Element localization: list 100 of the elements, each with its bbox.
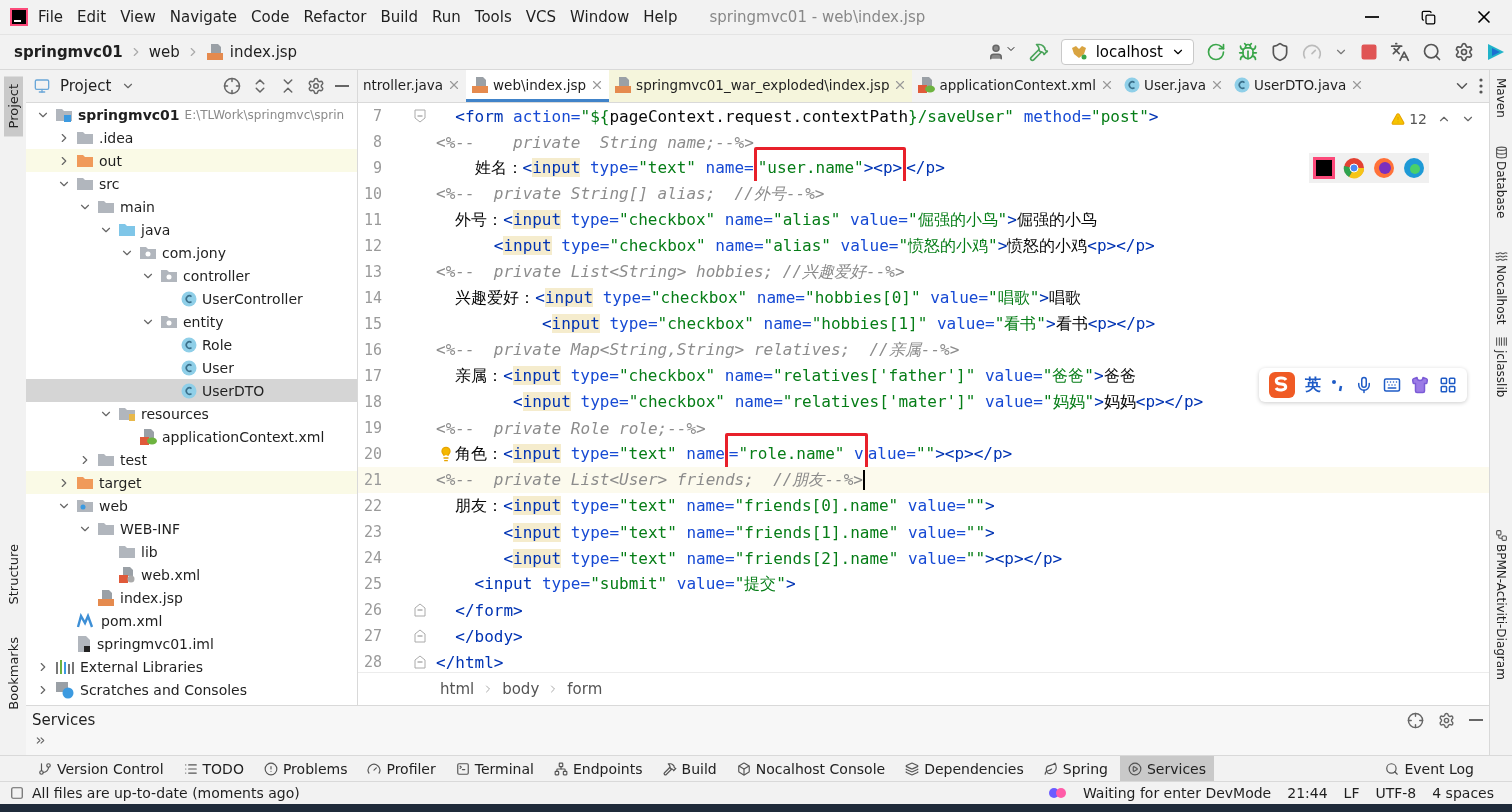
menu-item[interactable]: VCS — [519, 4, 563, 30]
code-text: 姓名：<input type="text" name= — [473, 157, 754, 177]
project-path: E:\TLWork\springmvc\sprin — [184, 107, 345, 122]
code-text: </p> — [906, 157, 945, 177]
menu-item[interactable]: File — [32, 4, 70, 30]
line-separator[interactable]: LF — [1343, 785, 1360, 801]
tree-item-label: resources — [141, 405, 209, 422]
tree-item-label: springmvc01.iml — [97, 635, 214, 652]
code-comment: <%-- private String name;--%> — [436, 132, 754, 152]
tool-window-tab[interactable]: Database — [1493, 158, 1509, 221]
tool-window-button[interactable]: Problems — [255, 756, 356, 781]
line-number: 8 — [371, 133, 382, 151]
tool-window-button[interactable]: Services — [1119, 756, 1214, 781]
code-comment: <%-- private List<String> hobbies; //兴趣爱好--%> — [436, 261, 905, 283]
menu-item[interactable]: Window — [564, 4, 636, 30]
line-number: 26 — [362, 601, 382, 619]
menu-item[interactable]: Tools — [468, 4, 518, 30]
editor-tab[interactable]: User.java — [1119, 70, 1230, 102]
tool-window-tab[interactable]: Nocalhost — [1493, 263, 1509, 327]
tool-window-button[interactable]: Endpoints — [545, 756, 651, 781]
tool-window-tab[interactable]: Project — [3, 76, 23, 137]
tree-item-label: pom.xml — [101, 612, 163, 629]
editor-tab[interactable]: ntroller.java — [358, 70, 467, 102]
line-number: 15 — [362, 315, 382, 333]
tool-window-button[interactable]: Build — [654, 756, 725, 781]
tree-item-label: index.jsp — [120, 589, 183, 606]
tool-window-button[interactable]: Event Log — [1377, 756, 1482, 781]
tree-item-label: com.jony — [162, 244, 226, 261]
editor-tab[interactable]: applicationContext.xml — [912, 70, 1119, 102]
code-text: alue=""><p></p> — [867, 443, 1013, 463]
menu-item[interactable]: Run — [426, 4, 467, 30]
menu-item[interactable]: Edit — [71, 4, 113, 30]
menu-item[interactable]: Refactor — [297, 4, 373, 30]
tree-item-label: controller — [183, 267, 250, 284]
code-line: </html> — [436, 652, 504, 672]
panel-title: Services — [32, 711, 96, 729]
tool-window-tab[interactable]: BPMN-Activiti-Diagram — [1493, 542, 1509, 682]
cursor-position[interactable]: 21:44 — [1287, 785, 1328, 801]
code-line: <input type="submit" value="提交"> — [473, 573, 796, 595]
line-number: 11 — [362, 211, 382, 229]
tool-window-tab[interactable]: jclasslib — [1493, 347, 1509, 399]
tree-item[interactable]: UserDTO — [26, 379, 357, 402]
code-line: 兴趣爱好：<input type="checkbox" name="hobbies[0]" value="唱歌">唱歌 — [454, 287, 1081, 309]
indent-setting[interactable]: 4 spaces — [1432, 785, 1494, 801]
line-number: 20 — [362, 445, 382, 463]
editor-tab[interactable]: UserDTO.java — [1229, 70, 1370, 102]
line-number: 14 — [362, 289, 382, 307]
tree-item[interactable]: target — [26, 471, 357, 494]
panel-title[interactable]: Project — [60, 77, 112, 95]
tree-item-label: UserDTO — [202, 382, 265, 399]
tree-item-label: main — [120, 198, 155, 215]
tool-window-tab[interactable]: Bookmarks — [3, 628, 23, 718]
breadcrumb-item[interactable]: index.jsp — [229, 43, 298, 61]
line-number: 22 — [362, 497, 382, 515]
tool-window-tab[interactable]: Structure — [3, 536, 23, 613]
tool-window-button[interactable]: Profiler — [359, 756, 444, 781]
tool-window-button[interactable]: Version Control — [30, 756, 172, 781]
input-mode-label[interactable]: 英 — [1305, 374, 1321, 396]
line-number: 21 — [362, 471, 382, 489]
devmode-status[interactable]: Waiting for enter DevMode — [1082, 785, 1272, 801]
run-config-dropdown[interactable]: localhost — [1060, 39, 1194, 65]
warning-count[interactable]: 12 — [1391, 111, 1427, 127]
tree-item-label: UserController — [202, 290, 303, 307]
breadcrumb-item[interactable]: body — [502, 680, 540, 698]
tool-window-button[interactable]: Nocalhost Console — [728, 756, 894, 781]
menu-item[interactable]: Code — [245, 4, 296, 30]
breadcrumb-item[interactable]: html — [440, 680, 475, 698]
code-line: <form action="${pageContext.request.contextPath}/saveUser" method="post"> — [454, 106, 1159, 126]
tree-item-label: src — [99, 175, 120, 192]
breadcrumb-item[interactable]: web — [148, 43, 180, 61]
menu-item[interactable]: Build — [374, 4, 425, 30]
code-line: 外号：<input type="checkbox" name="alias" value="倔强的小鸟">倔强的小鸟 — [454, 209, 1097, 231]
tool-window-tab[interactable]: Maven — [1493, 76, 1509, 120]
tree-item-label: Scratches and Consoles — [80, 681, 247, 698]
file-encoding[interactable]: UTF-8 — [1375, 785, 1417, 801]
tree-item[interactable]: out — [26, 149, 357, 172]
tree-item-label: External Libraries — [80, 658, 203, 675]
code-text: 角色：<input type="text" name — [454, 443, 725, 463]
breadcrumb-item[interactable]: springmvc01 — [14, 43, 123, 61]
breadcrumb-item[interactable]: form — [567, 680, 603, 698]
tree-item-label: test — [120, 451, 147, 468]
tool-window-button[interactable]: Terminal — [447, 756, 542, 781]
tool-window-button[interactable]: Dependencies — [897, 756, 1032, 781]
tool-window-button[interactable]: Spring — [1035, 756, 1116, 781]
editor-tab[interactable]: web\index.jsp — [466, 70, 610, 102]
line-number: 24 — [362, 549, 382, 567]
menu-item[interactable]: Help — [637, 4, 684, 30]
line-number: 23 — [362, 523, 382, 541]
code-line: <input type="checkbox" name="relatives['mater']" value="妈妈">妈妈<p></p> — [512, 391, 1204, 413]
code-line: 朋友：<input type="text" name="friends[0].name" value=""> — [454, 495, 995, 517]
tool-window-button[interactable]: TODO — [175, 756, 252, 781]
tree-item-label: Role — [202, 336, 233, 353]
tree-item-label: java — [141, 221, 171, 238]
code-line: <input type="text" name="friends[2].name" value=""><p></p> — [502, 548, 1063, 568]
window-title: springmvc01 - web\index.jsp — [709, 8, 926, 26]
menu-item[interactable]: Navigate — [163, 4, 244, 30]
editor-tab[interactable]: springmvc01_war_exploded\index.jsp — [609, 70, 913, 102]
menu-item[interactable]: View — [114, 4, 162, 30]
tree-item-label: springmvc01 — [78, 106, 180, 123]
tree-item-label: .idea — [99, 129, 134, 146]
